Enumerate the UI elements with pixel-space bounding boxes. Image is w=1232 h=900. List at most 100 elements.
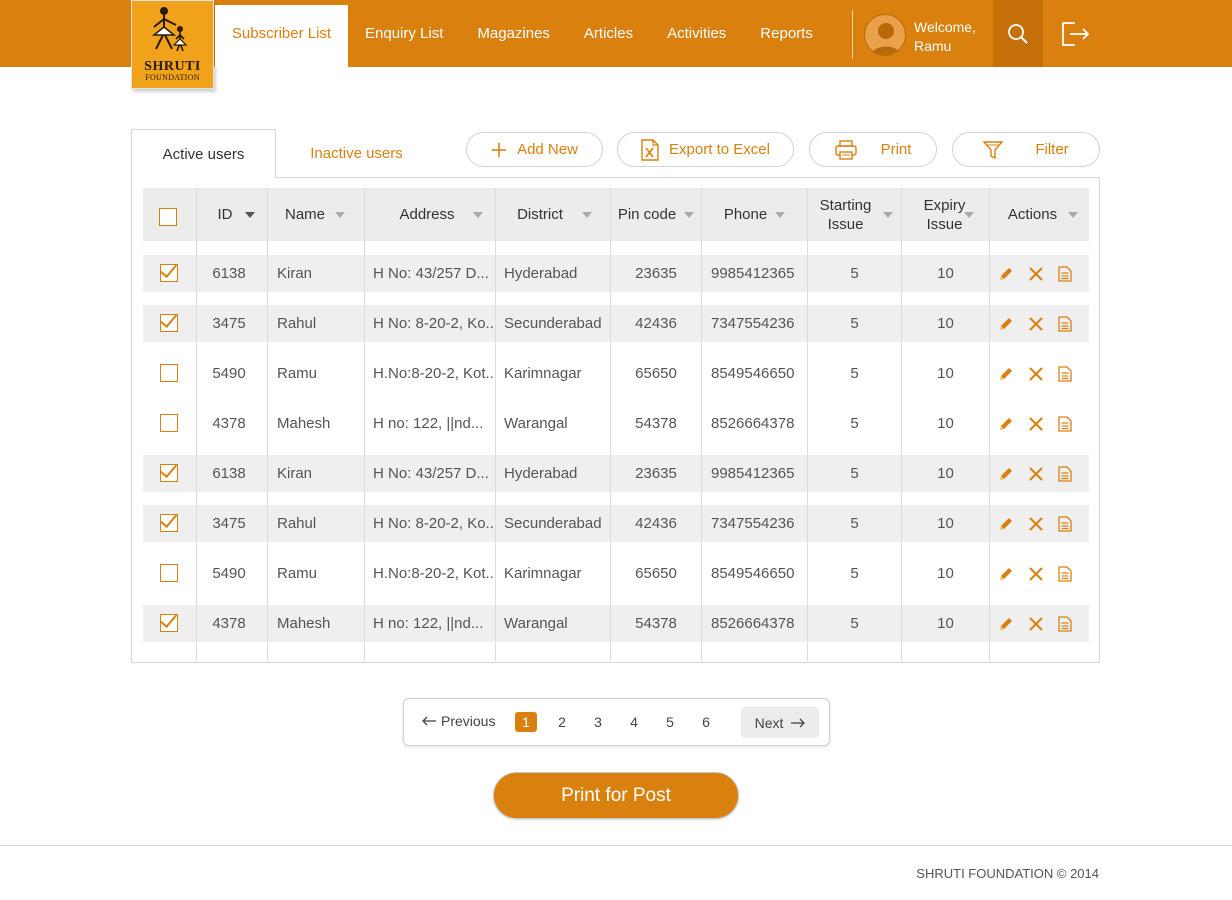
nav-articles[interactable]: Articles	[567, 0, 650, 67]
filter-button[interactable]: Filter	[952, 132, 1100, 167]
table-row: 5490 Ramu H.No:8-20-2, Kot... Karimnagar 656…	[143, 555, 1089, 592]
cell-pincode: 23635	[635, 465, 677, 482]
view-details-icon[interactable]	[1058, 316, 1074, 332]
select-all-checkbox[interactable]	[159, 208, 177, 226]
row-checkbox[interactable]	[160, 314, 178, 332]
view-details-icon[interactable]	[1058, 616, 1074, 632]
edit-pencil-icon[interactable]	[998, 316, 1014, 332]
cell-district: Karimnagar	[504, 365, 582, 382]
cell-district: Warangal	[504, 415, 568, 432]
cell-pincode: 65650	[635, 565, 677, 582]
sort-arrow-icon[interactable]	[245, 212, 255, 218]
view-details-icon[interactable]	[1058, 366, 1074, 382]
tab-active-users[interactable]: Active users	[131, 129, 276, 178]
cell-phone: 7347554236	[711, 515, 795, 532]
view-details-icon[interactable]	[1058, 266, 1074, 282]
view-details-icon[interactable]	[1058, 516, 1074, 532]
cell-address: H no: 122, ||nd...	[373, 415, 484, 432]
row-checkbox[interactable]	[160, 614, 178, 632]
row-checkbox[interactable]	[160, 464, 178, 482]
nav-enquiry-list[interactable]: Enquiry List	[348, 0, 460, 67]
cell-name: Kiran	[277, 465, 313, 482]
edit-pencil-icon[interactable]	[998, 416, 1014, 432]
delete-cross-icon[interactable]	[1028, 566, 1044, 582]
sort-arrow-icon[interactable]	[775, 212, 785, 218]
page-6-button[interactable]: 6	[695, 712, 717, 732]
starting-header-line2: Issue	[827, 215, 864, 233]
sort-arrow-icon[interactable]	[582, 212, 592, 218]
cell-district: Secunderabad	[504, 315, 602, 332]
export-to-excel-button[interactable]: Export to Excel	[617, 132, 794, 167]
nav-subscriber-list[interactable]: Subscriber List	[215, 5, 348, 67]
column-header-expiry-issue[interactable]: Expiry Issue	[902, 188, 989, 241]
sort-arrow-icon[interactable]	[964, 212, 974, 218]
delete-cross-icon[interactable]	[1028, 466, 1044, 482]
sort-arrow-icon[interactable]	[883, 212, 893, 218]
logout-icon	[1062, 22, 1090, 46]
column-header-phone[interactable]: Phone	[702, 188, 807, 241]
edit-pencil-icon[interactable]	[998, 616, 1014, 632]
sort-arrow-icon[interactable]	[1068, 212, 1078, 218]
nav-activities[interactable]: Activities	[650, 0, 743, 67]
delete-cross-icon[interactable]	[1028, 616, 1044, 632]
next-page-button[interactable]: Next	[741, 707, 819, 738]
sort-arrow-icon[interactable]	[335, 212, 345, 218]
column-header-id[interactable]: ID	[197, 188, 267, 241]
page-1-button[interactable]: 1	[515, 712, 537, 732]
cell-starting-issue: 5	[850, 615, 859, 632]
previous-page-button[interactable]: Previous	[422, 713, 495, 729]
sort-arrow-icon[interactable]	[684, 212, 694, 218]
column-header-name[interactable]: Name	[268, 188, 364, 241]
edit-pencil-icon[interactable]	[998, 516, 1014, 532]
cell-phone: 8549546650	[711, 365, 795, 382]
row-checkbox[interactable]	[160, 514, 178, 532]
delete-cross-icon[interactable]	[1028, 516, 1044, 532]
cell-expiry-issue: 10	[937, 365, 954, 382]
view-details-icon[interactable]	[1058, 466, 1074, 482]
print-button[interactable]: Print	[809, 132, 937, 167]
view-details-icon[interactable]	[1058, 566, 1074, 582]
page-2-button[interactable]: 2	[551, 712, 573, 732]
cell-district: Warangal	[504, 615, 568, 632]
edit-pencil-icon[interactable]	[998, 466, 1014, 482]
delete-cross-icon[interactable]	[1028, 366, 1044, 382]
row-checkbox[interactable]	[160, 414, 178, 432]
tab-inactive-users[interactable]: Inactive users	[290, 129, 423, 178]
add-new-button[interactable]: Add New	[466, 132, 603, 167]
previous-label: Previous	[441, 713, 496, 729]
print-label: Print	[880, 141, 912, 158]
page-5-button[interactable]: 5	[659, 712, 681, 732]
row-checkbox[interactable]	[160, 364, 178, 382]
delete-cross-icon[interactable]	[1028, 416, 1044, 432]
column-header-district[interactable]: District	[496, 188, 610, 241]
cell-name: Kiran	[277, 265, 313, 282]
nav-magazines[interactable]: Magazines	[460, 0, 567, 67]
search-button[interactable]	[993, 0, 1043, 67]
view-details-icon[interactable]	[1058, 416, 1074, 432]
actions-header-label: Actions	[1007, 206, 1058, 223]
row-checkbox[interactable]	[160, 264, 178, 282]
cell-phone: 9985412365	[711, 265, 795, 282]
logout-button[interactable]	[1060, 20, 1092, 48]
delete-cross-icon[interactable]	[1028, 266, 1044, 282]
column-divider	[196, 188, 197, 661]
table-header: ID Name Address District Pin code Phone …	[143, 188, 1089, 241]
filter-label: Filter	[1035, 141, 1069, 158]
edit-pencil-icon[interactable]	[998, 566, 1014, 582]
edit-pencil-icon[interactable]	[998, 366, 1014, 382]
print-for-post-button[interactable]: Print for Post	[493, 772, 739, 819]
user-avatar-icon[interactable]	[864, 14, 906, 56]
edit-pencil-icon[interactable]	[998, 266, 1014, 282]
cell-district: Hyderabad	[504, 465, 578, 482]
page-4-button[interactable]: 4	[623, 712, 645, 732]
row-checkbox[interactable]	[160, 564, 178, 582]
delete-cross-icon[interactable]	[1028, 316, 1044, 332]
pincode-header-label: Pin code	[617, 206, 677, 223]
export-label: Export to Excel	[669, 141, 770, 158]
sort-arrow-icon[interactable]	[473, 212, 483, 218]
expiry-header-line1: Expiry	[923, 196, 966, 214]
page-3-button[interactable]: 3	[587, 712, 609, 732]
logo-subtext: FOUNDATION	[145, 73, 200, 82]
nav-reports[interactable]: Reports	[743, 0, 830, 67]
shruti-foundation-logo[interactable]: SHRUTI FOUNDATION	[131, 0, 214, 89]
